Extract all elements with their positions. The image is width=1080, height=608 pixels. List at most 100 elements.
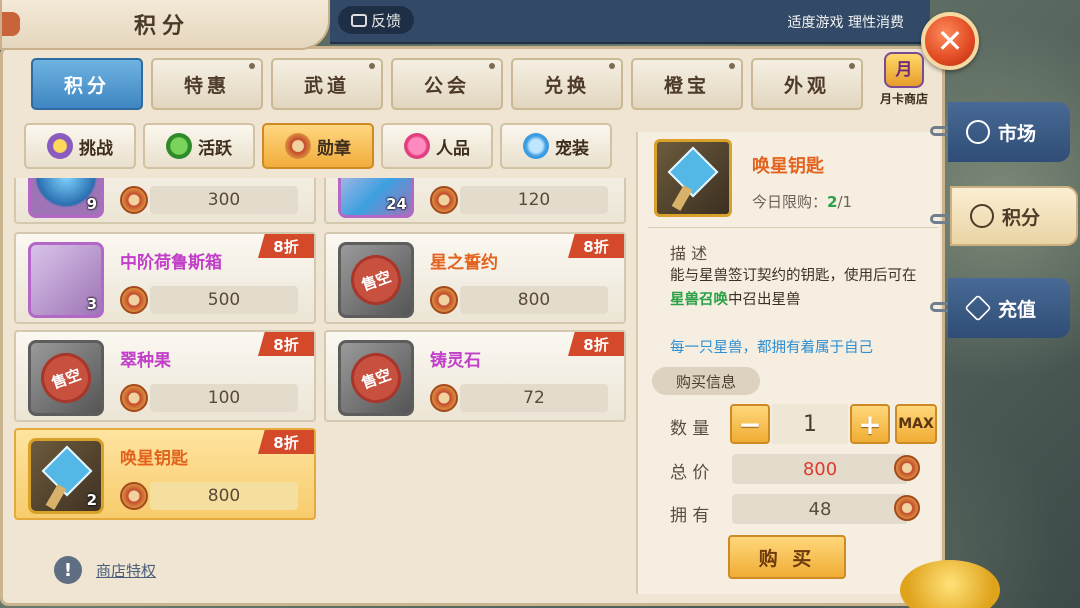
quantity-label: 数 量	[670, 419, 710, 439]
subtab-label: 挑战	[79, 138, 113, 159]
item-name: 中阶荷鲁斯箱	[120, 253, 222, 273]
medal-currency-icon	[120, 384, 148, 412]
subtab-challenge[interactable]: 挑战	[24, 123, 136, 169]
star-medal-icon	[47, 133, 73, 159]
tab-pin-icon	[249, 63, 255, 69]
medal-currency-icon	[894, 455, 920, 481]
binder-ring	[930, 214, 952, 224]
heart-icon	[404, 133, 430, 159]
subtab-label: 宠装	[555, 138, 589, 159]
item-quantity: 9	[86, 195, 97, 213]
daily-limit-total: /1	[837, 193, 853, 211]
medal-currency-icon	[120, 286, 148, 314]
title-knob	[2, 12, 20, 36]
medal-currency-icon	[430, 384, 458, 412]
description-header: 描 述	[670, 244, 708, 263]
tab-points[interactable]: 积分	[31, 58, 143, 110]
list-item[interactable]: 售空 翠种果 8折 100	[14, 330, 316, 422]
tab-label: 特惠	[183, 74, 230, 97]
buy-button[interactable]: 购 买	[728, 535, 846, 579]
tab-label: 武道	[303, 74, 350, 97]
subtab-active[interactable]: 活跃	[143, 123, 255, 169]
item-quantity: 3	[86, 295, 97, 313]
subtab-label: 活跃	[198, 138, 232, 159]
increase-quantity-button[interactable]: +	[850, 404, 890, 444]
owned-label: 拥 有	[670, 506, 710, 526]
total-price-value: 800	[732, 454, 908, 484]
subtab-label: 勋章	[317, 138, 351, 159]
quantity-stepper[interactable]: 1	[772, 404, 848, 444]
medal-currency-icon	[430, 186, 458, 214]
key-gem-shape	[41, 445, 93, 497]
subtab-pet-gear[interactable]: 宠装	[500, 123, 612, 169]
item-quantity: 24	[386, 195, 407, 213]
list-item-selected[interactable]: 2 唤星钥匙 8折 800	[14, 428, 316, 520]
description-text: 能与星兽签订契约的钥匙，使用后可在星兽召唤中召出星兽	[670, 264, 926, 312]
shop-privilege-link[interactable]: ! 商店特权	[54, 556, 156, 584]
month-card-shop-button[interactable]: 月 月卡商店	[872, 52, 936, 112]
owned-value: 48	[732, 494, 908, 524]
tab-pin-icon	[729, 63, 735, 69]
list-item[interactable]: 售空 星之誓约 8折 800	[324, 232, 626, 324]
tab-martial[interactable]: 武道	[271, 58, 383, 110]
tab-orange-treasure[interactable]: 橙宝	[631, 58, 743, 110]
medal-icon	[285, 133, 311, 159]
tab-label: 公会	[423, 74, 470, 97]
points-icon	[970, 204, 994, 228]
daily-limit-label: 今日限购：	[752, 193, 828, 211]
tab-label: 积分	[63, 74, 110, 97]
subtab-medal[interactable]: 勋章	[262, 123, 374, 169]
discount-badge: 8折	[258, 332, 314, 356]
list-item[interactable]: 9 300	[14, 178, 316, 224]
item-price: 500	[150, 286, 298, 314]
decrease-quantity-button[interactable]: −	[730, 404, 770, 444]
page-title: 积分	[134, 14, 191, 39]
list-item[interactable]: 售空 铸灵石 8折 72	[324, 330, 626, 422]
list-item[interactable]: 3 中阶荷鲁斯箱 8折 500	[14, 232, 316, 324]
tab-special-offer[interactable]: 特惠	[151, 58, 263, 110]
subtab-label: 人品	[436, 138, 470, 159]
tab-exchange[interactable]: 兑换	[511, 58, 623, 110]
title-tab: 积分	[0, 0, 330, 50]
sold-out-stamp: 售空	[343, 247, 409, 313]
max-quantity-button[interactable]: MAX	[895, 404, 937, 444]
potion-icon: 9	[28, 178, 104, 218]
daily-limit: 今日限购：2/1	[752, 191, 852, 212]
sidenav-label: 积分	[1002, 206, 1041, 229]
star-summon-link[interactable]: 星兽召唤	[670, 292, 728, 308]
item-price: 100	[150, 384, 298, 412]
sidenav-market[interactable]: 市场	[948, 102, 1070, 162]
diamond-icon	[964, 294, 992, 322]
sidenav-label: 充值	[998, 298, 1037, 321]
tab-appearance[interactable]: 外观	[751, 58, 863, 110]
discount-badge: 8折	[568, 332, 624, 356]
medal-currency-icon	[120, 186, 148, 214]
daily-limit-value: 2	[827, 193, 838, 211]
tab-guild[interactable]: 公会	[391, 58, 503, 110]
sold-out-stamp: 售空	[33, 345, 99, 411]
feedback-label: 反馈	[370, 11, 401, 30]
sidenav-recharge[interactable]: 充值	[948, 278, 1070, 338]
detail-item-name: 唤星钥匙	[752, 156, 824, 177]
scale-icon	[966, 120, 990, 144]
item-quantity: 2	[86, 491, 97, 509]
medal-currency-icon	[430, 286, 458, 314]
treasure-chest-icon: 3	[28, 242, 104, 318]
item-price: 300	[150, 186, 298, 214]
active-badge-icon	[166, 133, 192, 159]
discount-badge: 8折	[258, 430, 314, 454]
item-list[interactable]: 9 300 24 120 3 中阶荷鲁斯箱 8折 500 售空 星之誓约 8折 …	[14, 178, 630, 528]
item-name: 翠种果	[120, 351, 171, 371]
medal-currency-icon	[894, 495, 920, 521]
item-price: 120	[460, 186, 608, 214]
list-item[interactable]: 24 120	[324, 178, 626, 224]
sidenav-label: 市场	[998, 122, 1037, 145]
subtab-character[interactable]: 人品	[381, 123, 493, 169]
shop-privilege-label: 商店特权	[96, 561, 157, 580]
sidenav-points[interactable]: 积分	[950, 186, 1078, 246]
star-key-icon: 2	[28, 438, 104, 514]
jade-fruit-icon: 售空	[28, 340, 104, 416]
total-price-label: 总 价	[670, 463, 710, 483]
feedback-button[interactable]: 反馈	[338, 6, 414, 34]
month-card-icon: 月	[884, 52, 924, 88]
